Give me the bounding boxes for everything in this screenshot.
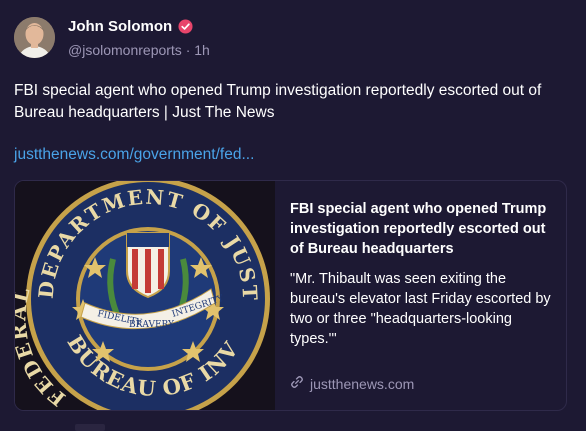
card-text-block: FBI special agent who opened Trump inves… xyxy=(290,199,552,349)
author-avatar[interactable] xyxy=(14,17,55,58)
card-title[interactable]: FBI special agent who opened Trump inves… xyxy=(290,199,552,259)
link-icon xyxy=(290,375,304,392)
link-preview-card[interactable]: DEPARTMENT OF JUSTICE FEDERAL BUREAU OF … xyxy=(14,180,567,411)
card-description: "Mr. Thibault was seen exiting the burea… xyxy=(290,271,551,347)
post-text: FBI special agent who opened Trump inves… xyxy=(14,82,542,121)
author-name[interactable]: John Solomon xyxy=(68,18,172,35)
meta-separator: · xyxy=(185,42,191,58)
seal-banner-center: BRAVERY xyxy=(129,320,175,330)
avatar-photo xyxy=(14,17,55,58)
card-source[interactable]: justthenews.com xyxy=(290,375,414,392)
author-handle[interactable]: @jsolomonreports xyxy=(68,42,182,58)
author-handle-row: @jsolomonreports · 1h xyxy=(68,42,210,58)
post-timestamp[interactable]: 1h xyxy=(194,42,210,58)
card-image-fbi-seal: DEPARTMENT OF JUSTICE FEDERAL BUREAU OF … xyxy=(15,181,275,410)
card-source-label: justthenews.com xyxy=(310,375,415,392)
post-link[interactable]: justthenews.com/government/fed... xyxy=(14,146,254,164)
verified-check-icon xyxy=(178,19,193,34)
next-post-preview xyxy=(75,424,105,431)
author-name-row: John Solomon xyxy=(68,18,193,35)
